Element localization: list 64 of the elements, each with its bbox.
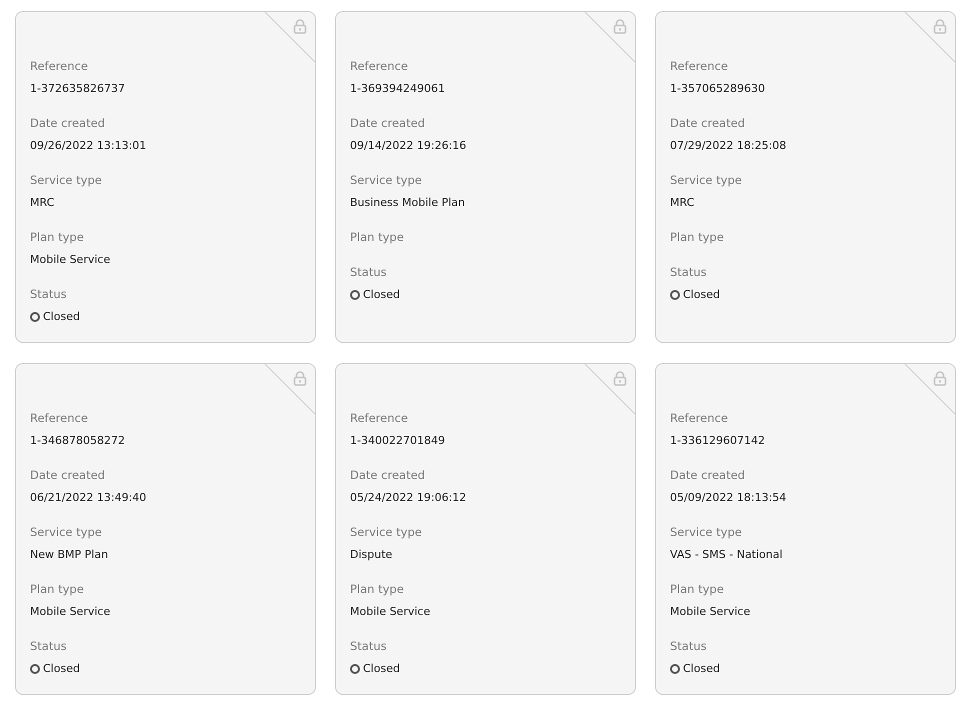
status-ring-icon (670, 290, 680, 300)
field-label: Service type (30, 525, 102, 539)
field-label: Date created (670, 468, 745, 482)
field-label: Date created (670, 116, 745, 130)
status-value: Closed (683, 288, 720, 302)
status-value: Closed (363, 288, 400, 302)
field-label: Plan type (350, 582, 404, 596)
field-label: Reference (30, 59, 88, 73)
field-label: Service type (350, 173, 422, 187)
status-ring-icon (670, 664, 680, 674)
field-value: Dispute (350, 548, 392, 562)
field-value: 09/14/2022 19:26:16 (350, 139, 466, 153)
field-label: Reference (670, 411, 728, 425)
field-value: Mobile Service (30, 605, 110, 619)
field-label: Status (350, 265, 387, 279)
status-value: Closed (363, 662, 400, 676)
field-label: Date created (30, 116, 105, 130)
field-value: 05/24/2022 19:06:12 (350, 491, 466, 505)
field-label: Reference (30, 411, 88, 425)
field-label: Date created (350, 116, 425, 130)
field-label: Plan type (670, 582, 724, 596)
field-label: Service type (670, 173, 742, 187)
field-value: Mobile Service (350, 605, 430, 619)
field-label: Plan type (30, 230, 84, 244)
field-label: Status (30, 639, 67, 653)
field-label: Reference (670, 59, 728, 73)
field-label: Reference (350, 59, 408, 73)
field-label: Service type (350, 525, 422, 539)
field-value: VAS - SMS - National (670, 548, 783, 562)
field-label: Date created (30, 468, 105, 482)
field-label: Status (670, 639, 707, 653)
field-value: Business Mobile Plan (350, 196, 465, 210)
field-value: 09/26/2022 13:13:01 (30, 139, 146, 153)
field-value: New BMP Plan (30, 548, 108, 562)
status-value: Closed (683, 662, 720, 676)
status-value: Closed (43, 310, 80, 324)
status-ring-icon (350, 290, 360, 300)
field-value: 1-369394249061 (350, 82, 445, 96)
field-value: Mobile Service (670, 605, 750, 619)
field-value: 07/29/2022 18:25:08 (670, 139, 786, 153)
field-value: MRC (30, 196, 54, 210)
field-label: Reference (350, 411, 408, 425)
field-value: 1-346878058272 (30, 434, 125, 448)
field-value: Mobile Service (30, 253, 110, 267)
field-label: Status (350, 639, 387, 653)
field-label: Service type (30, 173, 102, 187)
field-label: Status (30, 287, 67, 301)
field-value: 1-336129607142 (670, 434, 765, 448)
field-label: Plan type (350, 230, 404, 244)
field-value: 06/21/2022 13:49:40 (30, 491, 146, 505)
status-value: Closed (43, 662, 80, 676)
field-label: Plan type (670, 230, 724, 244)
status-ring-icon (30, 664, 40, 674)
field-label: Service type (670, 525, 742, 539)
field-label: Status (670, 265, 707, 279)
status-ring-icon (30, 312, 40, 322)
field-value: 1-372635826737 (30, 82, 125, 96)
field-value: 05/09/2022 18:13:54 (670, 491, 786, 505)
status-ring-icon (350, 664, 360, 674)
field-value: MRC (670, 196, 694, 210)
field-label: Plan type (30, 582, 84, 596)
field-value: 1-340022701849 (350, 434, 445, 448)
field-label: Date created (350, 468, 425, 482)
field-value: 1-357065289630 (670, 82, 765, 96)
